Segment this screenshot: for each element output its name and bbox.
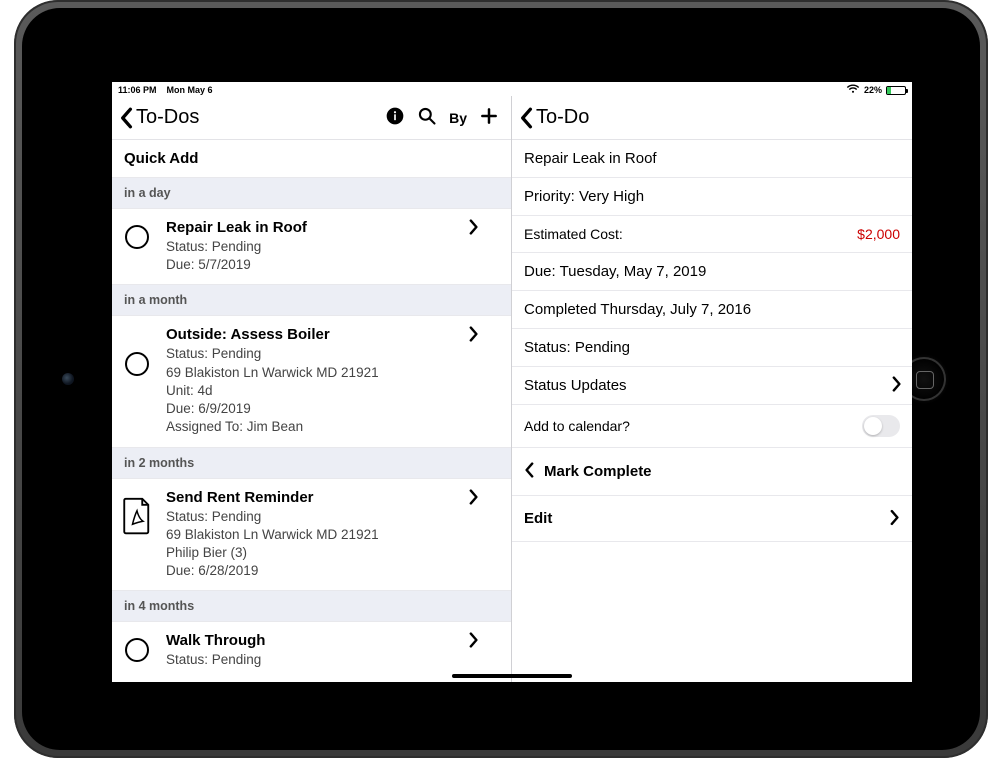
circle-icon[interactable] (125, 352, 149, 376)
status-updates-row[interactable]: Status Updates (512, 367, 912, 405)
add-to-calendar-row[interactable]: Add to calendar? (512, 405, 912, 448)
detail-due: Due: Tuesday, May 7, 2019 (512, 253, 912, 291)
section-in-4-months: in 4 months (112, 591, 511, 622)
nav-title-right: To-Do (536, 106, 589, 129)
task-unit: Unit: 4d (166, 382, 455, 400)
status-bar: 11:06 PM Mon May 6 22% (112, 82, 912, 96)
ipad-camera (62, 373, 74, 385)
estimated-cost-label: Estimated Cost: (524, 226, 623, 242)
circle-icon[interactable] (125, 225, 149, 249)
chevron-right-icon (469, 489, 479, 508)
by-button[interactable]: By (449, 110, 467, 126)
chevron-right-icon (469, 326, 479, 345)
detail-title: Repair Leak in Roof (512, 140, 912, 178)
chevron-right-icon (469, 632, 479, 651)
calendar-toggle[interactable] (862, 415, 900, 437)
status-updates-label: Status Updates (524, 377, 627, 394)
nav-title-left: To-Dos (136, 106, 199, 129)
task-address: 69 Blakiston Ln Warwick MD 21921 (166, 364, 455, 382)
chevron-right-icon (469, 219, 479, 238)
back-button-todo[interactable]: To-Do (518, 106, 589, 129)
add-to-calendar-label: Add to calendar? (524, 418, 630, 434)
task-row-walk-through[interactable]: Walk Through Status: Pending (112, 622, 511, 679)
estimated-cost-value: $2,000 (857, 226, 900, 242)
task-assigned: Assigned To: Jim Bean (166, 418, 455, 436)
task-row-assess-boiler[interactable]: Outside: Assess Boiler Status: Pending 6… (112, 316, 511, 447)
back-button-todos[interactable]: To-Dos (118, 106, 199, 129)
detail-status: Status: Pending (512, 329, 912, 367)
task-title: Walk Through (166, 632, 455, 649)
detail-priority: Priority: Very High (512, 178, 912, 216)
task-title: Outside: Assess Boiler (166, 326, 455, 343)
section-in-2-months: in 2 months (112, 448, 511, 479)
detail-estimated-cost: Estimated Cost: $2,000 (512, 216, 912, 253)
info-icon[interactable] (385, 106, 405, 129)
chevron-left-icon (524, 462, 534, 481)
task-title: Send Rent Reminder (166, 489, 455, 506)
task-person: Philip Bier (3) (166, 544, 455, 562)
task-due: Due: 5/7/2019 (166, 256, 455, 274)
task-address: 69 Blakiston Ln Warwick MD 21921 (166, 526, 455, 544)
edit-row[interactable]: Edit (512, 496, 912, 542)
quick-add-label: Quick Add (124, 150, 198, 167)
mark-complete-label: Mark Complete (544, 463, 652, 480)
quick-add-row[interactable]: Quick Add (112, 140, 511, 178)
task-due: Due: 6/28/2019 (166, 562, 455, 580)
plus-icon[interactable] (479, 106, 499, 129)
search-icon[interactable] (417, 106, 437, 129)
section-in-a-month: in a month (112, 285, 511, 316)
mark-complete-row[interactable]: Mark Complete (512, 448, 912, 496)
task-status: Status: Pending (166, 508, 455, 526)
task-due: Due: 6/9/2019 (166, 400, 455, 418)
pdf-icon (122, 489, 152, 537)
status-time: 11:06 PM (118, 85, 157, 95)
chevron-right-icon (890, 509, 900, 528)
detail-completed: Completed Thursday, July 7, 2016 (512, 291, 912, 329)
battery-percentage: 22% (864, 85, 882, 95)
task-row-repair-leak[interactable]: Repair Leak in Roof Status: Pending Due:… (112, 209, 511, 285)
circle-icon[interactable] (125, 638, 149, 662)
task-row-rent-reminder[interactable]: Send Rent Reminder Status: Pending 69 Bl… (112, 479, 511, 592)
wifi-icon (846, 84, 860, 97)
chevron-right-icon (892, 376, 902, 396)
task-status: Status: Pending (166, 651, 455, 669)
status-date: Mon May 6 (167, 85, 213, 95)
battery-icon (886, 86, 906, 95)
task-status: Status: Pending (166, 345, 455, 363)
home-indicator[interactable] (452, 674, 572, 678)
section-in-a-day: in a day (112, 178, 511, 209)
edit-label: Edit (524, 510, 552, 527)
task-title: Repair Leak in Roof (166, 219, 455, 236)
task-status: Status: Pending (166, 238, 455, 256)
